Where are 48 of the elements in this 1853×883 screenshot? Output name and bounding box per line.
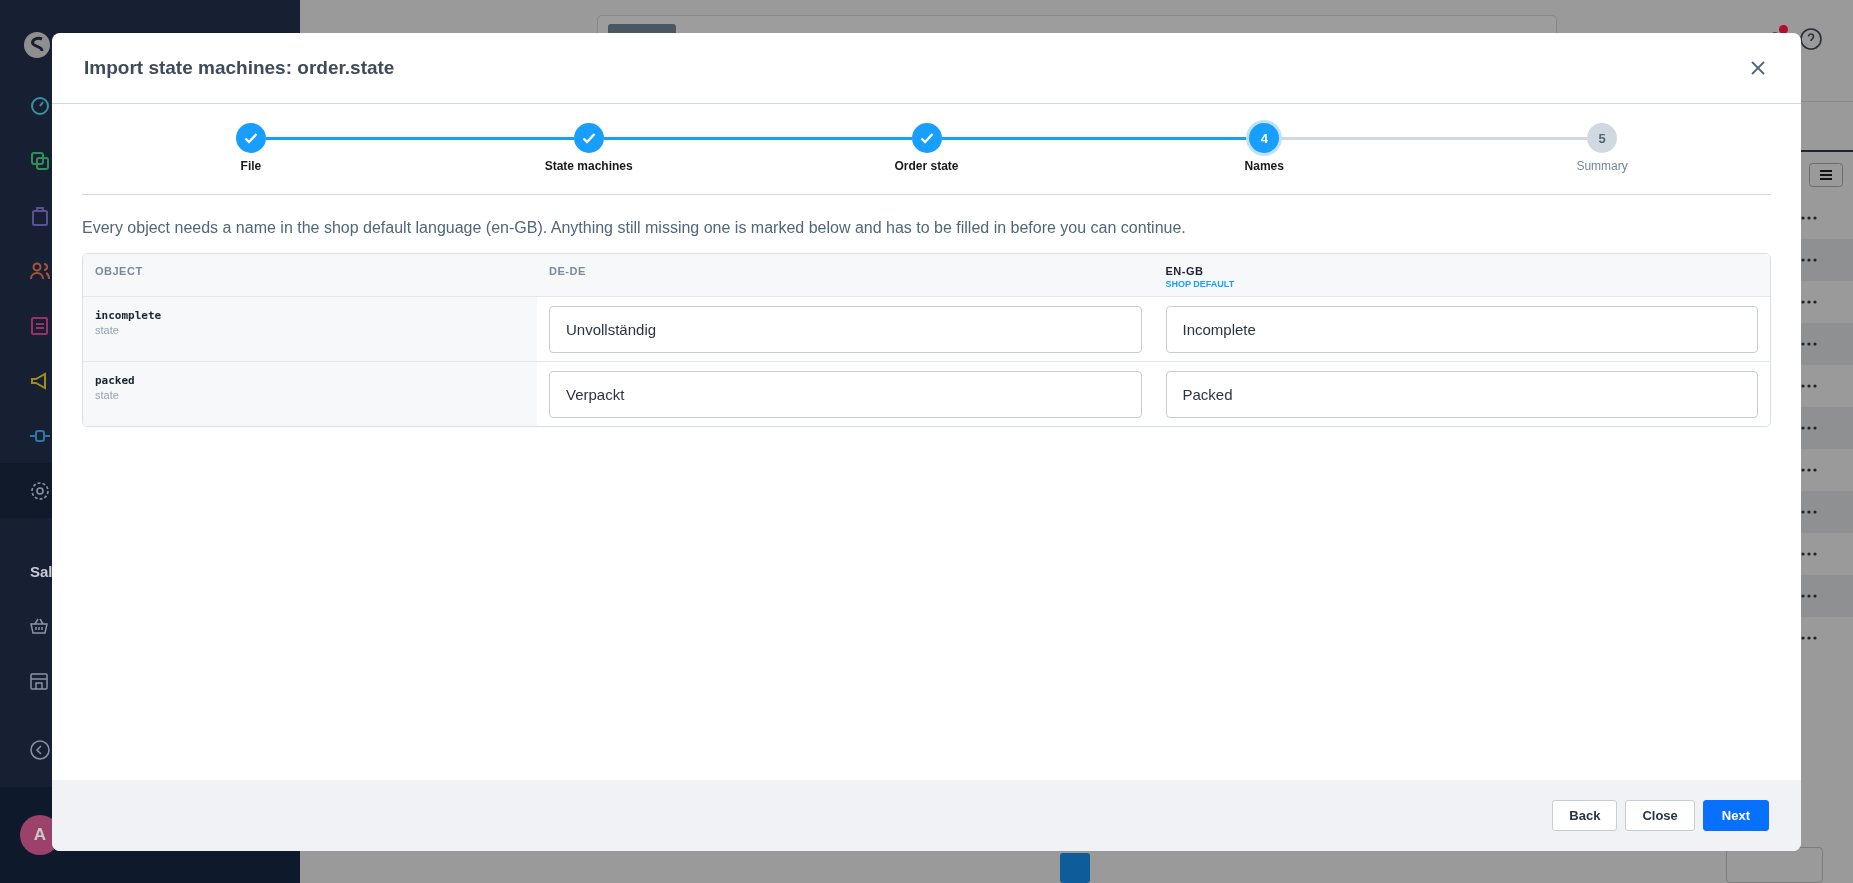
- help-icon[interactable]: [1799, 27, 1823, 51]
- check-icon: [581, 132, 596, 144]
- name-input-field[interactable]: Incomplete: [1165, 306, 1758, 353]
- description-text: Every object needs a name in the shop default language (en-GB). Anything still missing one is marked below and has to be filled in before you can continue.: [82, 219, 1187, 237]
- check-icon: [243, 132, 258, 144]
- storefront-icon[interactable]: [29, 670, 49, 691]
- object-name: incomplete: [95, 309, 163, 322]
- collapse-icon[interactable]: [29, 738, 51, 761]
- object-type: state: [95, 389, 120, 401]
- column-header: EN-GB: [1165, 265, 1205, 277]
- step-label: Names: [1244, 159, 1284, 173]
- column-header: DE-DE: [549, 265, 587, 277]
- logo-icon: [22, 30, 52, 60]
- step-label: Order state: [894, 159, 959, 173]
- more-icon[interactable]: [1801, 342, 1817, 346]
- section-heading: Sal: [30, 563, 54, 580]
- column-header: OBJECT: [95, 265, 144, 277]
- more-icon[interactable]: [1801, 510, 1817, 514]
- name-input-field[interactable]: Packed: [1165, 371, 1758, 418]
- more-icon[interactable]: [1801, 468, 1817, 472]
- object-type: state: [95, 324, 120, 336]
- step-label: File: [240, 159, 262, 173]
- more-icon[interactable]: [1801, 426, 1817, 430]
- step-number: 4: [1249, 123, 1280, 153]
- more-icon[interactable]: [1801, 216, 1817, 220]
- footer-button[interactable]: Next: [1702, 800, 1769, 831]
- check-icon: [919, 132, 934, 144]
- gauge-icon[interactable]: [29, 94, 51, 117]
- more-icon[interactable]: [1801, 552, 1817, 556]
- object-name: packed: [95, 374, 136, 387]
- menu-icon[interactable]: [1809, 162, 1843, 187]
- more-icon[interactable]: [1801, 636, 1817, 640]
- footer-button[interactable]: Close: [1625, 800, 1695, 831]
- modal-title: Import state machines: order.state: [84, 57, 395, 79]
- name-input-field[interactable]: Unvollständig: [549, 306, 1142, 353]
- settings-icon[interactable]: [29, 479, 51, 502]
- step-number: 5: [1587, 123, 1618, 153]
- more-icon[interactable]: [1801, 384, 1817, 388]
- more-icon[interactable]: [1801, 300, 1817, 304]
- more-icon[interactable]: [1801, 594, 1817, 598]
- step-label: Summary: [1576, 159, 1628, 173]
- footer-button[interactable]: Back: [1552, 800, 1618, 831]
- squares-icon[interactable]: [29, 149, 51, 172]
- more-icon[interactable]: [1801, 258, 1817, 262]
- column-note: SHOP DEFAULT: [1165, 279, 1236, 289]
- name-input-field[interactable]: Verpackt: [549, 371, 1142, 418]
- close-icon: [1751, 61, 1765, 75]
- step-label: State machines: [544, 159, 633, 173]
